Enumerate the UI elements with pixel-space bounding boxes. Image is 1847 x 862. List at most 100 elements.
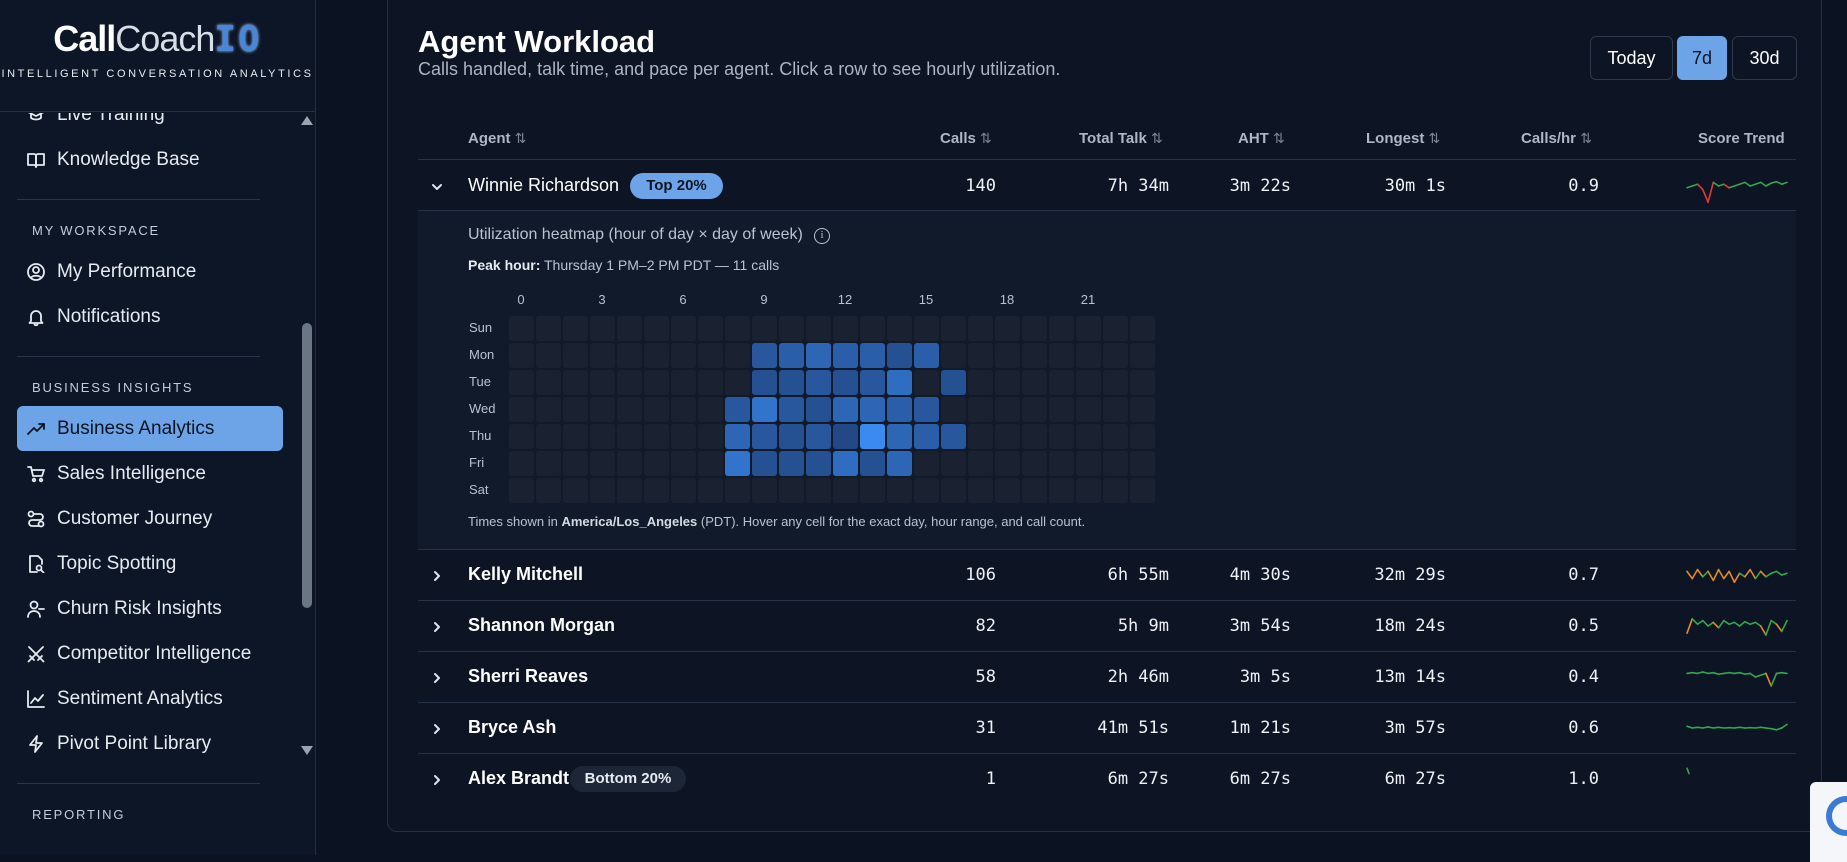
heatmap-cell[interactable] <box>1103 397 1128 422</box>
heatmap-cell[interactable] <box>590 316 615 341</box>
heatmap-cell[interactable] <box>563 424 588 449</box>
heatmap-cell[interactable] <box>1076 343 1101 368</box>
heatmap-cell[interactable] <box>860 370 885 395</box>
heatmap-cell[interactable] <box>779 397 804 422</box>
heatmap-cell[interactable] <box>1130 343 1155 368</box>
heatmap-cell[interactable] <box>860 343 885 368</box>
heatmap-cell[interactable] <box>995 343 1020 368</box>
column-header-calls-hr[interactable]: Calls/hr ⇅ <box>1521 130 1592 147</box>
heatmap-cell[interactable] <box>698 451 723 476</box>
heatmap-cell[interactable] <box>833 424 858 449</box>
heatmap-cell[interactable] <box>1076 316 1101 341</box>
heatmap-cell[interactable] <box>536 370 561 395</box>
heatmap-cell[interactable] <box>590 478 615 503</box>
heatmap-cell[interactable] <box>536 478 561 503</box>
heatmap-cell[interactable] <box>887 316 912 341</box>
brand-logo[interactable]: CallCoachIO <box>0 18 315 60</box>
heatmap-cell[interactable] <box>968 478 993 503</box>
heatmap-cell[interactable] <box>914 370 939 395</box>
heatmap-cell[interactable] <box>779 424 804 449</box>
heatmap-cell[interactable] <box>644 397 669 422</box>
heatmap-cell[interactable] <box>806 424 831 449</box>
heatmap-cell[interactable] <box>833 478 858 503</box>
heatmap-cell[interactable] <box>617 397 642 422</box>
heatmap-cell[interactable] <box>509 316 534 341</box>
heatmap-cell[interactable] <box>1076 451 1101 476</box>
heatmap-cell[interactable] <box>698 316 723 341</box>
heatmap-cell[interactable] <box>671 424 696 449</box>
heatmap-cell[interactable] <box>1022 478 1047 503</box>
heatmap-cell[interactable] <box>914 343 939 368</box>
heatmap-cell[interactable] <box>1130 370 1155 395</box>
heatmap-cell[interactable] <box>752 424 777 449</box>
heatmap-cell[interactable] <box>887 478 912 503</box>
heatmap-cell[interactable] <box>1049 316 1074 341</box>
heatmap-cell[interactable] <box>590 343 615 368</box>
heatmap-cell[interactable] <box>887 424 912 449</box>
heatmap-cell[interactable] <box>806 316 831 341</box>
heatmap-cell[interactable] <box>941 316 966 341</box>
heatmap-cell[interactable] <box>968 424 993 449</box>
heatmap-cell[interactable] <box>1022 451 1047 476</box>
heatmap-cell[interactable] <box>1103 451 1128 476</box>
heatmap-cell[interactable] <box>914 397 939 422</box>
heatmap-cell[interactable] <box>1076 370 1101 395</box>
heatmap-cell[interactable] <box>725 316 750 341</box>
heatmap-cell[interactable] <box>671 343 696 368</box>
heatmap-cell[interactable] <box>536 397 561 422</box>
heatmap-cell[interactable] <box>1130 316 1155 341</box>
heatmap-cell[interactable] <box>968 316 993 341</box>
heatmap-cell[interactable] <box>1049 424 1074 449</box>
heatmap-cell[interactable] <box>995 316 1020 341</box>
heatmap-cell[interactable] <box>806 370 831 395</box>
heatmap-cell[interactable] <box>671 397 696 422</box>
heatmap-cell[interactable] <box>833 316 858 341</box>
sidebar-item-competitor-intelligence[interactable]: Competitor Intelligence <box>17 631 283 676</box>
heatmap-cell[interactable] <box>1103 424 1128 449</box>
heatmap-cell[interactable] <box>779 451 804 476</box>
heatmap-cell[interactable] <box>509 424 534 449</box>
heatmap-cell[interactable] <box>779 316 804 341</box>
column-header-calls[interactable]: Calls ⇅ <box>940 130 992 147</box>
heatmap-cell[interactable] <box>698 424 723 449</box>
heatmap-cell[interactable] <box>887 451 912 476</box>
scroll-down-arrow-icon[interactable] <box>301 746 313 755</box>
sidebar-item-customer-journey[interactable]: Customer Journey <box>17 496 283 541</box>
sidebar-item-sales-intelligence[interactable]: Sales Intelligence <box>17 451 283 496</box>
column-header-total-talk[interactable]: Total Talk ⇅ <box>1079 130 1163 147</box>
heatmap-cell[interactable] <box>1103 343 1128 368</box>
heatmap-cell[interactable] <box>779 370 804 395</box>
heatmap-cell[interactable] <box>1049 343 1074 368</box>
heatmap-cell[interactable] <box>1076 397 1101 422</box>
heatmap-cell[interactable] <box>536 343 561 368</box>
heatmap-cell[interactable] <box>644 424 669 449</box>
heatmap-cell[interactable] <box>779 478 804 503</box>
heatmap-cell[interactable] <box>590 370 615 395</box>
heatmap-cell[interactable] <box>941 370 966 395</box>
heatmap-cell[interactable] <box>698 397 723 422</box>
sidebar-item-live-training[interactable]: Live Training <box>17 113 283 137</box>
chevron-right-icon[interactable] <box>431 773 443 785</box>
heatmap-cell[interactable] <box>617 316 642 341</box>
heatmap-cell[interactable] <box>860 397 885 422</box>
heatmap-cell[interactable] <box>752 478 777 503</box>
heatmap-cell[interactable] <box>968 343 993 368</box>
heatmap-cell[interactable] <box>1103 370 1128 395</box>
heatmap-cell[interactable] <box>725 343 750 368</box>
heatmap-cell[interactable] <box>1022 343 1047 368</box>
heatmap-cell[interactable] <box>887 370 912 395</box>
column-header-longest[interactable]: Longest ⇅ <box>1366 130 1440 147</box>
heatmap-cell[interactable] <box>509 397 534 422</box>
heatmap-cell[interactable] <box>617 451 642 476</box>
scrollbar-thumb[interactable] <box>302 323 312 608</box>
sidebar-item-knowledge-base[interactable]: Knowledge Base <box>17 137 283 182</box>
heatmap-cell[interactable] <box>509 370 534 395</box>
heatmap-cell[interactable] <box>752 451 777 476</box>
heatmap-cell[interactable] <box>833 370 858 395</box>
heatmap-cell[interactable] <box>1022 397 1047 422</box>
sidebar-item-churn-risk-insights[interactable]: Churn Risk Insights <box>17 586 283 631</box>
heatmap-cell[interactable] <box>752 370 777 395</box>
heatmap-cell[interactable] <box>644 451 669 476</box>
heatmap-cell[interactable] <box>671 316 696 341</box>
heatmap-cell[interactable] <box>860 424 885 449</box>
